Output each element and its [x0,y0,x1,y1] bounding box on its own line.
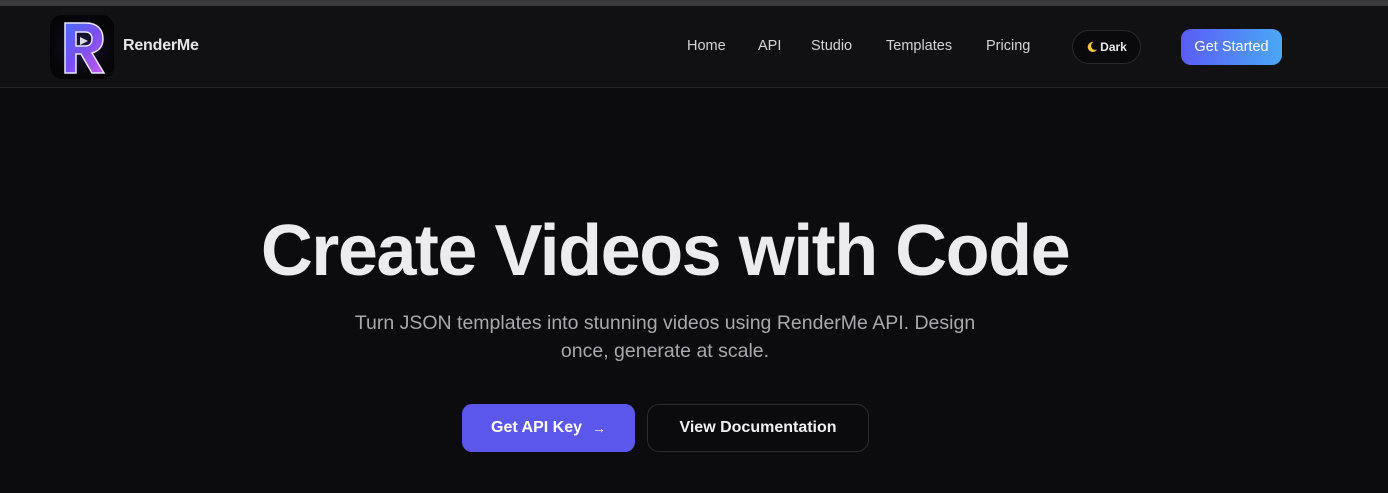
nav-link-api[interactable]: API [758,38,781,54]
brand-name[interactable]: RenderMe [123,37,199,55]
moon-icon [1086,41,1098,53]
view-documentation-button[interactable]: View Documentation [647,404,869,452]
hero-subtitle: Turn JSON templates into stunning videos… [335,309,995,365]
renderme-logo-icon [50,15,114,79]
navbar: RenderMe Home API Studio Templates Prici… [0,6,1388,88]
nav-link-templates[interactable]: Templates [886,38,952,54]
nav-link-studio[interactable]: Studio [811,38,852,54]
get-started-button[interactable]: Get Started [1181,29,1282,65]
nav-link-pricing[interactable]: Pricing [986,38,1030,54]
get-api-key-button[interactable]: Get API Key → [462,404,635,452]
hero-title: Create Videos with Code [260,211,1071,291]
logo[interactable] [50,15,114,79]
hero-subtitle-line-2: once, generate at scale. [560,340,770,362]
nav-link-home[interactable]: Home [687,38,726,54]
hero-subtitle-line-1: Turn JSON templates into stunning videos… [354,312,976,334]
theme-toggle-button[interactable]: Dark [1072,30,1141,64]
theme-toggle-label: Dark [1100,40,1127,54]
get-api-key-label: Get API Key [491,419,582,436]
arrow-right-icon: → [592,420,606,436]
